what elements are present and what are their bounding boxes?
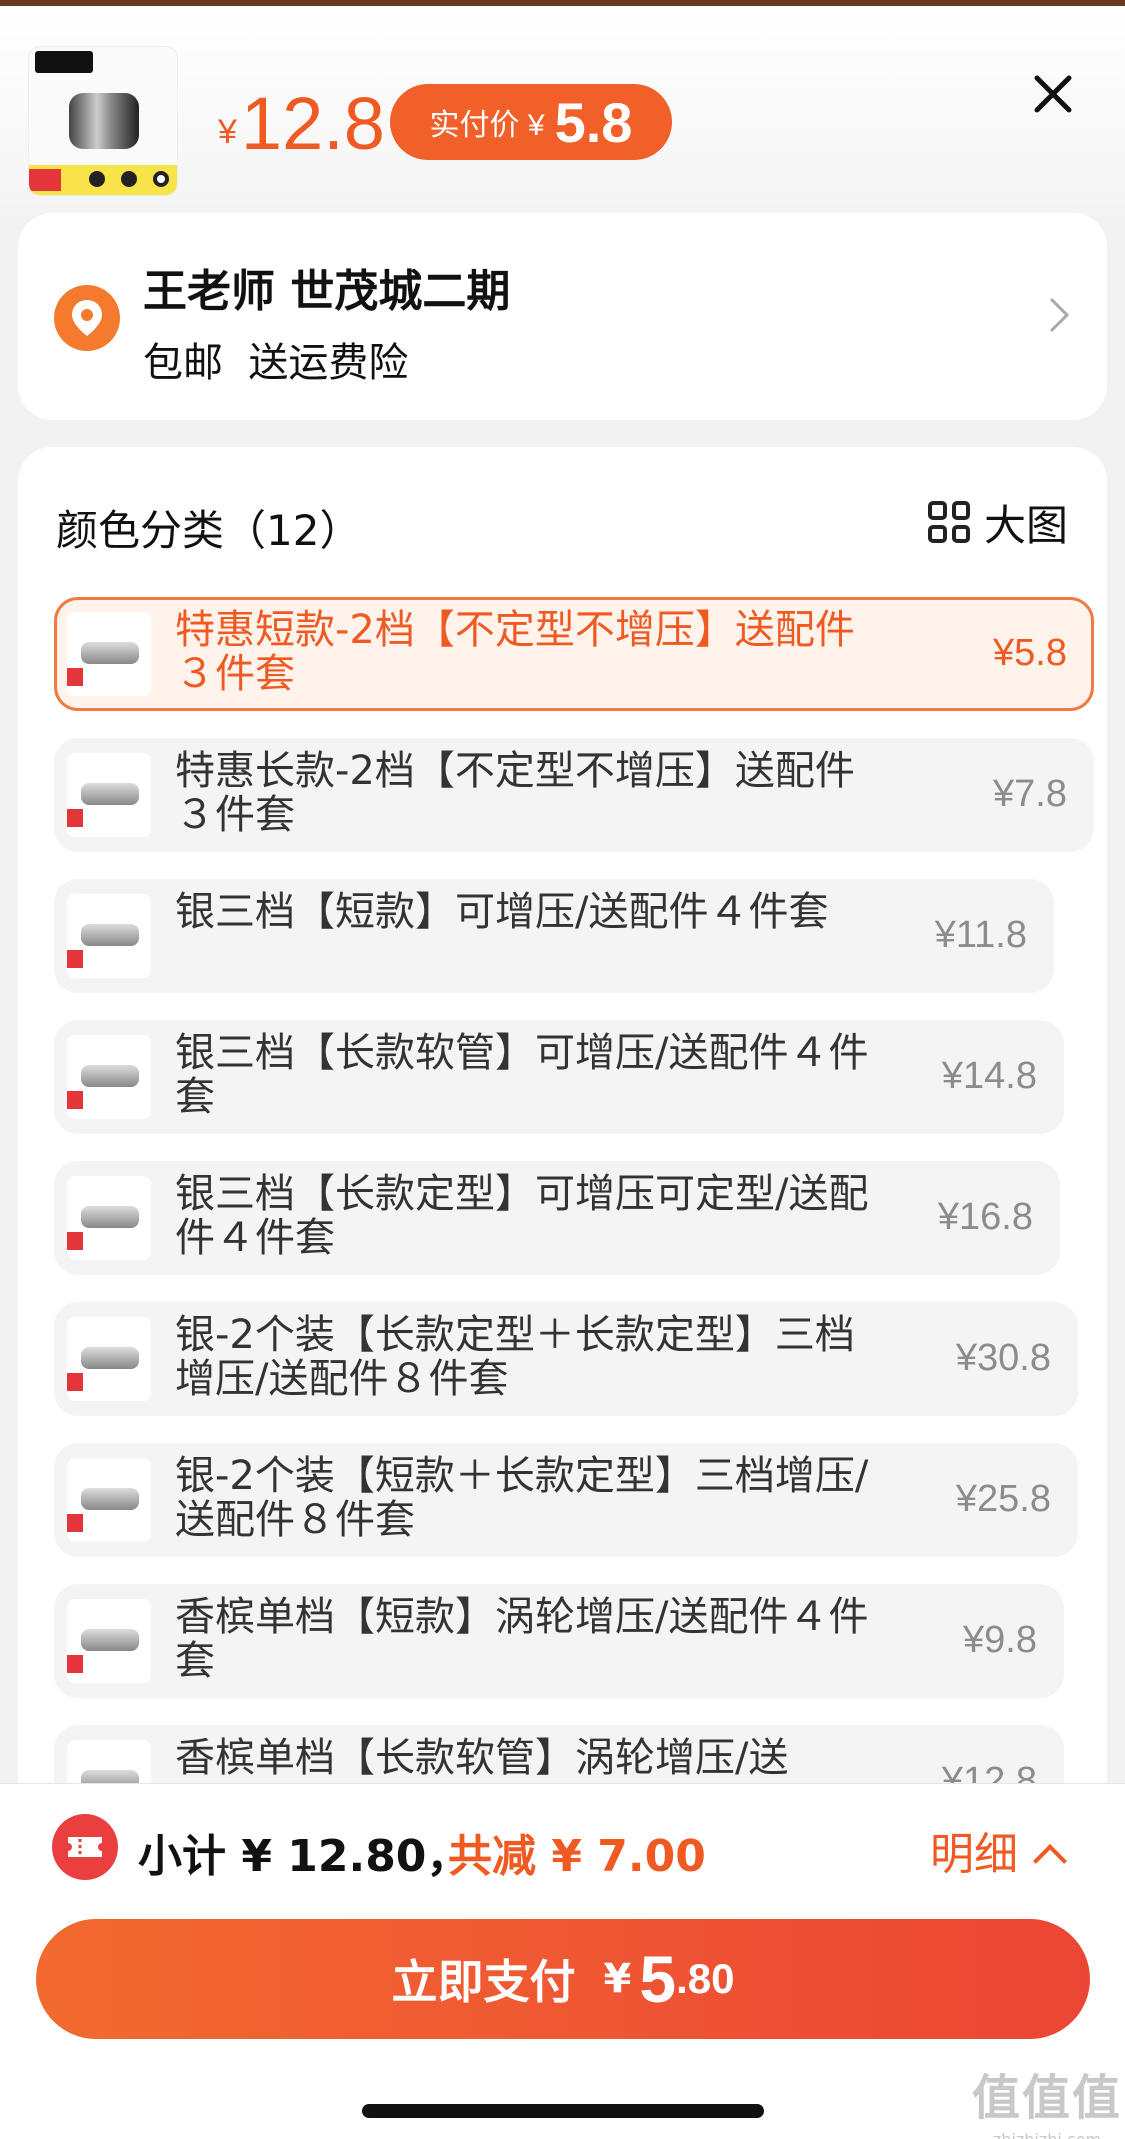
thumbnail-strip	[29, 165, 177, 195]
sku-section-title: 颜色分类（12）	[56, 506, 362, 555]
sku-option[interactable]: 特惠短款-2档【不定型不增压】送配件３件套 ¥5.8	[54, 597, 1094, 711]
big-image-label: 大图	[984, 500, 1069, 550]
pay-amount-dec: .80	[676, 1955, 735, 2002]
thumbnail-red-badge	[67, 668, 83, 686]
thumbnail-red-badge	[67, 1655, 83, 1673]
sku-option[interactable]: 银三档【长款定型】可增压可定型/送配件４件套 ¥16.8	[54, 1161, 1060, 1275]
sku-option[interactable]: 银-2个装【长款定型＋长款定型】三档增压/送配件８件套 ¥30.8	[54, 1302, 1078, 1416]
sku-option[interactable]: 银-2个装【短款＋长款定型】三档增压/送配件８件套 ¥25.8	[54, 1443, 1078, 1557]
sku-option-price: ¥30.8	[955, 1337, 1051, 1379]
sku-option[interactable]: 特惠长款-2档【不定型不增压】送配件３件套 ¥7.8	[54, 738, 1094, 852]
faucet-image	[81, 783, 139, 805]
big-image-toggle[interactable]: 大图	[928, 497, 1068, 550]
subtotal-text: 小计 ¥ 12.80，	[138, 1831, 471, 1882]
faucet-image	[81, 1347, 139, 1369]
thumbnail-red-badge	[67, 1373, 83, 1391]
sku-panel: 颜色分类（12） 大图 特惠短款-2档【不定型不增压】送配件３件套 ¥5.8 特惠长…	[18, 447, 1107, 1847]
sku-option-price: ¥11.8	[934, 914, 1027, 956]
thumbnail-red-badge	[67, 1232, 83, 1250]
pay-currency: ¥	[603, 1956, 632, 2002]
pay-amount-int: 5	[639, 1942, 677, 2016]
sku-option-price: ¥9.8	[963, 1619, 1037, 1661]
grid-icon	[928, 501, 970, 543]
faucet-image	[81, 1629, 139, 1651]
sku-option-name: 特惠短款-2档【不定型不增压】送配件３件套	[175, 607, 855, 697]
chevron-right-icon	[1048, 295, 1070, 346]
address-card[interactable]: 王老师 世茂城二期 包邮 送运费险	[18, 213, 1107, 420]
thumbnail-red-badge	[67, 1091, 83, 1109]
faucet-image	[81, 924, 139, 946]
thumbnail-red-badge	[29, 169, 61, 191]
real-price-label: 实付价 ¥	[429, 109, 545, 142]
price-value: 12.8	[240, 82, 385, 165]
watermark: 值值值 zhizhizhi.com	[972, 2058, 1122, 2139]
faucet-image	[81, 1488, 139, 1510]
detail-label: 明细	[930, 1829, 1018, 1880]
price-currency: ¥	[218, 113, 237, 151]
sku-thumbnail	[67, 753, 151, 837]
location-icon	[54, 285, 120, 351]
sku-thumbnail	[67, 1458, 151, 1542]
coupon-icon	[52, 1814, 118, 1880]
sku-option-price: ¥7.8	[993, 773, 1067, 815]
thumbnail-dot	[121, 171, 137, 187]
pay-label: 立即支付	[391, 1955, 576, 2009]
close-button[interactable]	[1025, 66, 1081, 122]
sku-option-name: 香槟单档【长款软管】涡轮增压/送	[175, 1735, 789, 1781]
watermark-url: zhizhizhi.com	[972, 2130, 1122, 2139]
sku-option[interactable]: 香槟单档【短款】涡轮增压/送配件４件套 ¥9.8	[54, 1584, 1064, 1698]
real-price-badge: 实付价 ¥ 5.8	[390, 84, 672, 160]
faucet-image	[81, 1206, 139, 1228]
thumbnail-dot	[89, 171, 105, 187]
checkout-footer: 小计 ¥ 12.80， 共减 ¥ 7.00 明细 立即支付 ¥ 5 .80 值值…	[0, 1783, 1125, 2139]
sku-thumbnail	[67, 1176, 151, 1260]
close-icon	[1034, 75, 1072, 113]
sku-list: 特惠短款-2档【不定型不增压】送配件３件套 ¥5.8 特惠长款-2档【不定型不增压】…	[54, 597, 1094, 1866]
thumbnail-red-badge	[67, 1514, 83, 1532]
sku-option-name: 银三档【长款定型】可增压可定型/送配件４件套	[175, 1171, 869, 1261]
sku-option-price: ¥16.8	[937, 1196, 1033, 1238]
thumbnail-dot	[153, 171, 169, 187]
shipping-info: 包邮 送运费险	[143, 340, 409, 386]
sku-option-name: 银-2个装【短款＋长款定型】三档增压/送配件８件套	[175, 1453, 869, 1543]
sku-option[interactable]: 银三档【短款】可增压/送配件４件套 ¥11.8	[54, 879, 1054, 993]
thumbnail-red-badge	[67, 950, 83, 968]
home-indicator[interactable]	[362, 2104, 764, 2118]
detail-button[interactable]: 明细	[930, 1818, 1067, 1882]
chevron-up-icon	[1033, 1844, 1067, 1878]
sku-thumbnail	[67, 612, 151, 696]
thumbnail-red-badge	[67, 809, 83, 827]
pay-now-button[interactable]: 立即支付 ¥ 5 .80	[36, 1919, 1090, 2039]
sku-option[interactable]: 银三档【长款软管】可增压/送配件４件套 ¥14.8	[54, 1020, 1064, 1134]
product-price: ¥12.8	[218, 84, 385, 172]
sku-option-name: 香槟单档【短款】涡轮增压/送配件４件套	[175, 1594, 869, 1684]
faucet-image	[81, 642, 139, 664]
sheet-header: ¥12.8 实付价 ¥ 5.8	[0, 6, 1125, 216]
address-name: 王老师 世茂城二期	[143, 266, 511, 317]
faucet-image	[81, 1065, 139, 1087]
thumbnail-tag	[35, 51, 93, 73]
sku-option-name: 银三档【长款软管】可增压/送配件４件套	[175, 1030, 869, 1120]
discount-text: 共减 ¥ 7.00	[448, 1831, 706, 1882]
sku-thumbnail	[67, 1599, 151, 1683]
real-price-value: 5.8	[554, 90, 633, 154]
sku-option-price: ¥5.8	[993, 632, 1067, 674]
sku-thumbnail	[67, 1035, 151, 1119]
product-thumbnail[interactable]	[28, 46, 178, 196]
sku-thumbnail	[67, 1317, 151, 1401]
faucet-image	[69, 93, 139, 149]
sku-option-name: 特惠长款-2档【不定型不增压】送配件３件套	[175, 748, 855, 838]
sku-option-price: ¥14.8	[941, 1055, 1037, 1097]
sku-option-price: ¥25.8	[955, 1478, 1051, 1520]
sku-option-name: 银-2个装【长款定型＋长款定型】三档增压/送配件８件套	[175, 1312, 855, 1402]
watermark-logo: 值值值	[972, 2070, 1123, 2126]
sku-thumbnail	[67, 894, 151, 978]
sku-option-name: 银三档【短款】可增压/送配件４件套	[175, 889, 829, 935]
